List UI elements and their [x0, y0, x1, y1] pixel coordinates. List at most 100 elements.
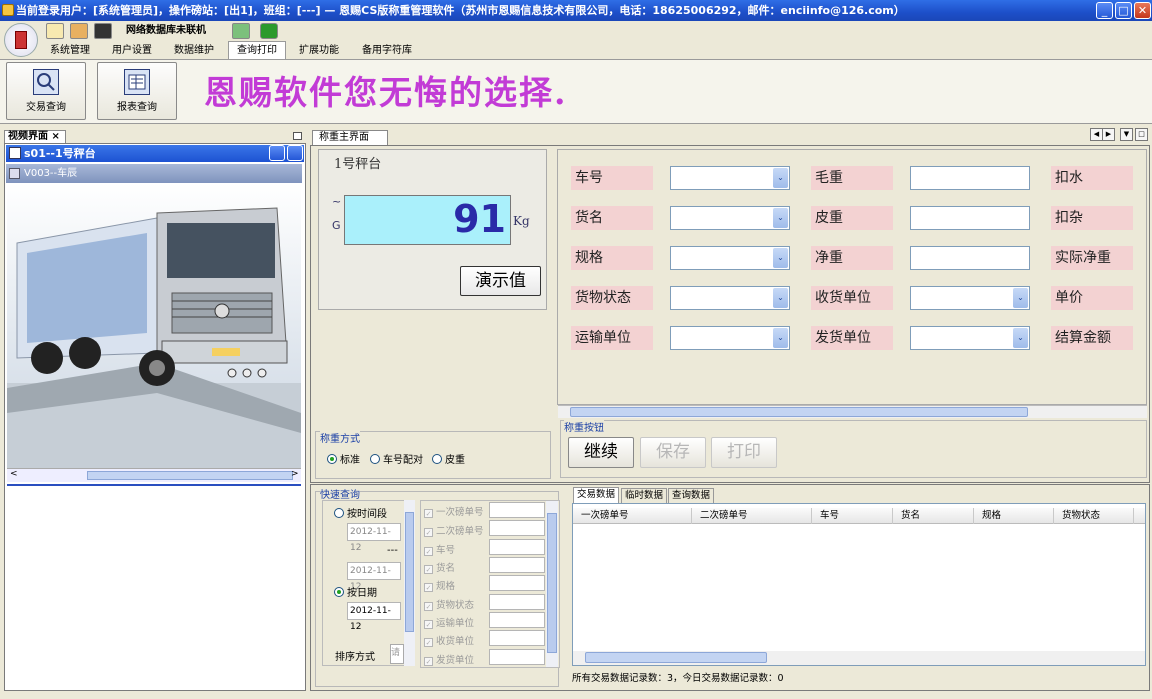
- filter-input-9[interactable]: [489, 649, 545, 665]
- goods-state-combo[interactable]: ⌄: [670, 286, 790, 310]
- chk-transport[interactable]: ✓ 运输单位: [424, 615, 474, 629]
- filter-input-5[interactable]: [489, 575, 545, 591]
- filter-input-2[interactable]: [489, 520, 545, 536]
- panel-pin-icon[interactable]: [293, 132, 302, 140]
- dropdown-icon[interactable]: ▼: [1120, 128, 1133, 141]
- grid-scroll-thumb[interactable]: [585, 652, 767, 663]
- chk-spec[interactable]: ✓ 规格: [424, 578, 455, 592]
- chk-label: 一次磅单号: [436, 507, 484, 518]
- gross-input[interactable]: [910, 166, 1030, 190]
- chk-receiver[interactable]: ✓ 收货单位: [424, 633, 474, 647]
- exit-button[interactable]: [4, 23, 38, 57]
- sender-combo[interactable]: ⌄: [910, 326, 1030, 350]
- col-second-ticket[interactable]: 二次磅单号: [692, 508, 812, 524]
- chevron-down-icon[interactable]: ⌄: [1013, 288, 1028, 308]
- tab-system[interactable]: 系统管理: [42, 42, 98, 59]
- date-range-dash: ---: [387, 545, 398, 556]
- col-goods-state[interactable]: 货物状态: [1054, 508, 1134, 524]
- tab-data-maintenance[interactable]: 数据维护: [166, 42, 222, 59]
- chk-plate[interactable]: ✓ 车号: [424, 542, 455, 556]
- mode-plate-pair-radio[interactable]: 车号配对: [370, 451, 423, 466]
- col-first-ticket[interactable]: 一次磅单号: [573, 508, 692, 524]
- date-single-field[interactable]: 2012-11-12: [347, 602, 401, 632]
- filter-input-3[interactable]: [489, 539, 545, 555]
- data-grid[interactable]: [572, 503, 1146, 666]
- tare-input[interactable]: [910, 206, 1030, 230]
- video-hscroll[interactable]: < >: [7, 468, 301, 482]
- maximize-button[interactable]: □: [1115, 2, 1132, 19]
- chk-goods[interactable]: ✓ 货名: [424, 560, 455, 574]
- fields-scroll-thumb[interactable]: [570, 407, 1028, 417]
- tab-weigh-main[interactable]: 称重主界面: [312, 130, 388, 145]
- continue-button[interactable]: 继续: [568, 437, 634, 468]
- plate-combo[interactable]: ⌄: [670, 166, 790, 190]
- checkbox-vscroll[interactable]: [546, 501, 558, 667]
- by-date-radio[interactable]: 按日期: [334, 584, 377, 599]
- scroll-right-icon[interactable]: >: [291, 469, 299, 479]
- filter-input-1[interactable]: [489, 502, 545, 518]
- fields-hscroll[interactable]: [558, 405, 1147, 418]
- chevron-down-icon[interactable]: ⌄: [1013, 328, 1028, 348]
- filter-input-4[interactable]: [489, 557, 545, 573]
- filter-input-7[interactable]: [489, 612, 545, 628]
- chk-label: 规格: [436, 581, 456, 592]
- chk-goods-state[interactable]: ✓ 货物状态: [424, 597, 474, 611]
- chevron-down-icon[interactable]: ⌄: [773, 248, 788, 268]
- network-icon[interactable]: [232, 23, 250, 39]
- chk-first-ticket[interactable]: ✓ 一次磅单号: [424, 504, 484, 518]
- receiver-combo[interactable]: ⌄: [910, 286, 1030, 310]
- users-icon[interactable]: [70, 23, 88, 39]
- tab-query-data[interactable]: 查询数据: [668, 488, 715, 503]
- report-query-button[interactable]: 报表查询: [97, 62, 177, 120]
- edit-icon[interactable]: [46, 23, 64, 39]
- checkbox-scroll-thumb[interactable]: [547, 513, 557, 653]
- date-to-field[interactable]: 2012-11-12: [347, 562, 401, 592]
- sort-select[interactable]: 请: [390, 644, 404, 664]
- demo-value-button[interactable]: 演示值: [460, 266, 541, 296]
- close-button[interactable]: ✕: [1134, 2, 1151, 19]
- filter-input-6[interactable]: [489, 594, 545, 610]
- chevron-down-icon[interactable]: ⌄: [773, 168, 788, 188]
- by-period-radio[interactable]: 按时间段: [334, 505, 387, 520]
- video-tab-close[interactable]: ×: [51, 131, 59, 142]
- time-vscroll[interactable]: [404, 500, 415, 666]
- goods-combo[interactable]: ⌄: [670, 206, 790, 230]
- tab-user-settings[interactable]: 用户设置: [104, 42, 160, 59]
- time-scroll-thumb[interactable]: [405, 512, 414, 632]
- maximize-panel-icon[interactable]: □: [1135, 128, 1148, 141]
- minimize-button[interactable]: _: [1096, 2, 1113, 19]
- col-spec[interactable]: 规格: [974, 508, 1054, 524]
- tab-extensions[interactable]: 扩展功能: [291, 42, 347, 59]
- chevron-down-icon[interactable]: ⌄: [773, 288, 788, 308]
- col-plate[interactable]: 车号: [812, 508, 893, 524]
- tab-query-print[interactable]: 查询打印: [228, 41, 286, 60]
- chevron-down-icon[interactable]: ⌄: [773, 208, 788, 228]
- video-scroll-thumb[interactable]: [87, 471, 293, 480]
- tab-trade-data[interactable]: 交易数据: [573, 487, 620, 503]
- trade-query-button[interactable]: 交易查询: [6, 62, 86, 120]
- label-actual-net: 实际净重: [1051, 246, 1133, 270]
- mode-standard-radio[interactable]: 标准: [327, 451, 360, 466]
- chk-sender[interactable]: ✓ 发货单位: [424, 652, 474, 666]
- keyboard-icon[interactable]: [94, 23, 112, 39]
- next-icon[interactable]: ▶: [1102, 128, 1115, 141]
- tab-temp-data[interactable]: 临时数据: [621, 488, 668, 503]
- power-icon[interactable]: [260, 23, 278, 39]
- net-input[interactable]: [910, 246, 1030, 270]
- filter-input-8[interactable]: [489, 630, 545, 646]
- save-button[interactable]: 保存: [640, 437, 706, 468]
- print-button[interactable]: 打印: [711, 437, 777, 468]
- sub-minimize-button[interactable]: [269, 145, 285, 161]
- transport-combo[interactable]: ⌄: [670, 326, 790, 350]
- tab-backup-chars[interactable]: 备用字符库: [354, 42, 420, 59]
- spec-combo[interactable]: ⌄: [670, 246, 790, 270]
- tab-video[interactable]: 视频界面 ×: [4, 130, 66, 143]
- chevron-down-icon[interactable]: ⌄: [773, 328, 788, 348]
- scroll-left-icon[interactable]: <: [10, 469, 18, 479]
- sub-maximize-button[interactable]: [287, 145, 303, 161]
- date-from-field[interactable]: 2012-11-12: [347, 523, 401, 553]
- col-goods[interactable]: 货名: [893, 508, 974, 524]
- grid-hscroll[interactable]: [573, 651, 1145, 665]
- chk-second-ticket[interactable]: ✓ 二次磅单号: [424, 523, 484, 537]
- mode-tare-radio[interactable]: 皮重: [432, 451, 465, 466]
